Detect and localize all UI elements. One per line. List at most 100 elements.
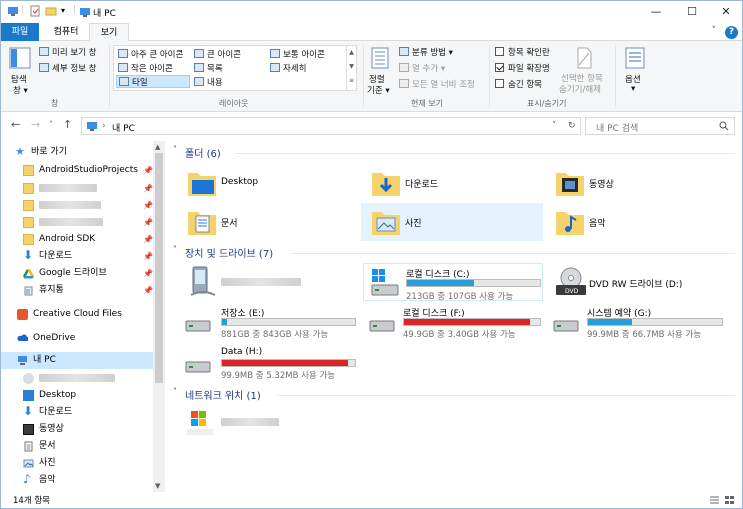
options-dropdown-icon[interactable]: ▾ [631,84,635,94]
new-folder-icon[interactable] [45,5,57,17]
nav-item-androidstudioprojects[interactable]: AndroidStudioProjects 📌 [23,162,153,179]
drive-tile-d[interactable]: DVD DVD RW 드라이브 (D:) [551,265,731,301]
file-extensions-toggle[interactable]: 파일 확장명 [495,62,550,74]
section-header-network[interactable]: ˅ 네트워크 위치 (1) [173,387,738,403]
sort-by-icon[interactable] [371,47,389,69]
help-icon[interactable]: ? [725,26,738,39]
tab-file[interactable]: 파일 [1,23,39,41]
nav-pc-desktop[interactable]: Desktop [23,387,153,404]
ribbon-collapse-icon[interactable]: ˅ [712,26,717,36]
group-by-button[interactable]: 분류 방법 ▾ [399,46,453,58]
nav-onedrive[interactable]: OneDrive [17,330,153,347]
drive-tile-c[interactable]: 로컬 디스크 (C:) 213GB 중 107GB 사용 가능 [363,263,543,302]
tab-view[interactable]: 보기 [89,23,129,42]
hidden-items-toggle[interactable]: 숨긴 항목 [495,78,542,90]
pin-icon[interactable]: 📌 [143,214,153,231]
nav-pc-music[interactable]: ♪ 음악 [23,472,153,489]
size-columns-button[interactable]: 모든 열 너비 조정 [399,78,475,90]
add-columns-button[interactable]: 열 추가 ▾ [399,62,445,74]
nav-creative-cloud[interactable]: Creative Cloud Files [17,306,153,323]
minimize-button[interactable]: — [639,1,673,23]
address-dropdown-icon[interactable]: ˅ [552,121,557,131]
layout-extra-large-icons[interactable]: 아주 큰 아이콘 [118,48,183,60]
folder-tile-videos[interactable]: 동영상 [551,165,731,201]
nav-item-recycle-bin[interactable]: 휴지통 📌 [23,282,153,299]
close-button[interactable]: ✕ [709,1,743,23]
drive-tile-g[interactable]: 시스템 예약 (G:) 99.9MB 중 66.7MB 사용 가능 [551,304,731,340]
nav-item-redacted[interactable]: 📌 [23,197,153,214]
nav-item-google-drive[interactable]: Google 드라이브 📌 [23,265,153,282]
hidden-items-checkbox[interactable] [495,79,504,88]
preview-pane-button[interactable]: 미리 보기 창 [39,46,97,58]
pin-icon[interactable]: 📌 [143,231,153,248]
navigation-scrollbar[interactable]: ▲ ▼ [153,141,165,492]
up-button[interactable]: ↑ [63,118,72,131]
nav-pc-documents[interactable]: 문서 [23,438,153,455]
nav-item-downloads[interactable]: ⬇ 다운로드 📌 [23,248,153,265]
scrollbar-thumb[interactable] [155,153,163,383]
collapse-chevron-icon[interactable]: ˅ [173,245,177,254]
section-header-folders[interactable]: ˅ 폴더 (6) [173,145,738,161]
large-icons-view-icon[interactable] [724,495,735,505]
search-input[interactable]: 내 PC 검색 [596,121,638,134]
pin-icon[interactable]: 📌 [143,282,153,299]
pin-icon[interactable]: 📌 [143,197,153,214]
layout-details[interactable]: 자세히 [270,62,306,74]
back-button[interactable]: ← [11,118,20,131]
collapse-chevron-icon[interactable]: ˅ [173,145,177,154]
details-pane-button[interactable]: 세부 정보 창 [39,62,97,74]
folder-tile-downloads[interactable]: 다운로드 [367,165,547,201]
item-checkboxes-toggle[interactable]: 항목 확인란 [495,46,550,58]
quick-toolbar-dropdown-icon[interactable]: ▾ [61,6,65,15]
layout-small-icons[interactable]: 작은 아이콘 [118,62,173,74]
nav-quick-access[interactable]: ★ 바로 가기 [15,144,151,161]
sort-by-label-2[interactable]: 기준 ▾ [367,84,390,96]
file-extensions-checkbox[interactable] [495,63,504,72]
breadcrumb-this-pc[interactable]: 내 PC [112,121,135,134]
layout-content[interactable]: 내용 [194,76,223,88]
nav-pc-pictures[interactable]: 사진 [23,455,153,472]
nav-this-pc[interactable]: 내 PC [1,352,153,369]
properties-icon[interactable] [29,5,41,17]
layout-medium-icons[interactable]: 보통 아이콘 [270,48,325,60]
pin-icon[interactable]: 📌 [143,162,153,179]
device-tile-redacted[interactable] [183,265,363,301]
item-checkboxes-checkbox[interactable] [495,47,504,56]
drive-tile-h[interactable]: Data (H:) 99.9MB 중 5.32MB 사용 가능 [183,345,363,381]
refresh-icon[interactable]: ↻ [568,121,576,131]
layout-gallery-scroll[interactable]: ▲ ▼ ≡ [346,46,356,90]
scroll-up-icon[interactable]: ▲ [155,143,160,151]
nav-item-redacted[interactable]: 📌 [23,180,153,197]
drive-tile-f[interactable]: 로컬 디스크 (F:) 49.9GB 중 3.40GB 사용 가능 [367,304,547,340]
pin-icon[interactable]: 📌 [143,265,153,282]
nav-item-redacted[interactable]: 📌 [23,214,153,231]
navigation-pane-label-2[interactable]: 창 ▾ [13,84,28,96]
recent-locations-icon[interactable]: ˅ [49,120,53,129]
folder-tile-music[interactable]: 음악 [551,204,731,240]
tab-computer[interactable]: 컴퓨터 [41,23,91,41]
search-icon[interactable] [719,121,729,131]
collapse-chevron-icon[interactable]: ˅ [173,387,177,396]
folder-tile-documents[interactable]: 문서 [183,204,363,240]
nav-pc-downloads[interactable]: ⬇ 다운로드 [23,404,153,421]
network-tile-redacted[interactable] [183,405,363,441]
nav-pc-videos[interactable]: 동영상 [23,421,153,438]
breadcrumb-chevron-icon[interactable]: › [102,121,106,131]
nav-item-android-sdk[interactable]: Android SDK 📌 [23,231,153,248]
computer-icon[interactable] [7,5,19,17]
maximize-button[interactable]: ☐ [675,1,709,23]
pin-icon[interactable]: 📌 [143,180,153,197]
details-view-icon[interactable] [709,495,720,505]
drive-tile-e[interactable]: 저장소 (E:) 881GB 중 843GB 사용 가능 [183,304,363,340]
layout-list[interactable]: 목록 [194,62,223,74]
address-bar[interactable]: › 내 PC ˅ ↻ [81,117,581,135]
folder-tile-pictures[interactable]: 사진 [361,203,543,241]
hide-selected-label-2[interactable]: 숨기기/해제 [559,83,601,95]
navigation-pane-icon[interactable] [9,47,31,69]
options-icon[interactable] [625,47,645,69]
hide-selected-icon[interactable] [575,47,593,69]
forward-button[interactable]: → [31,118,40,131]
search-box[interactable]: 내 PC 검색 [585,117,735,135]
pin-icon[interactable]: 📌 [143,248,153,265]
layout-large-icons[interactable]: 큰 아이콘 [194,48,241,60]
